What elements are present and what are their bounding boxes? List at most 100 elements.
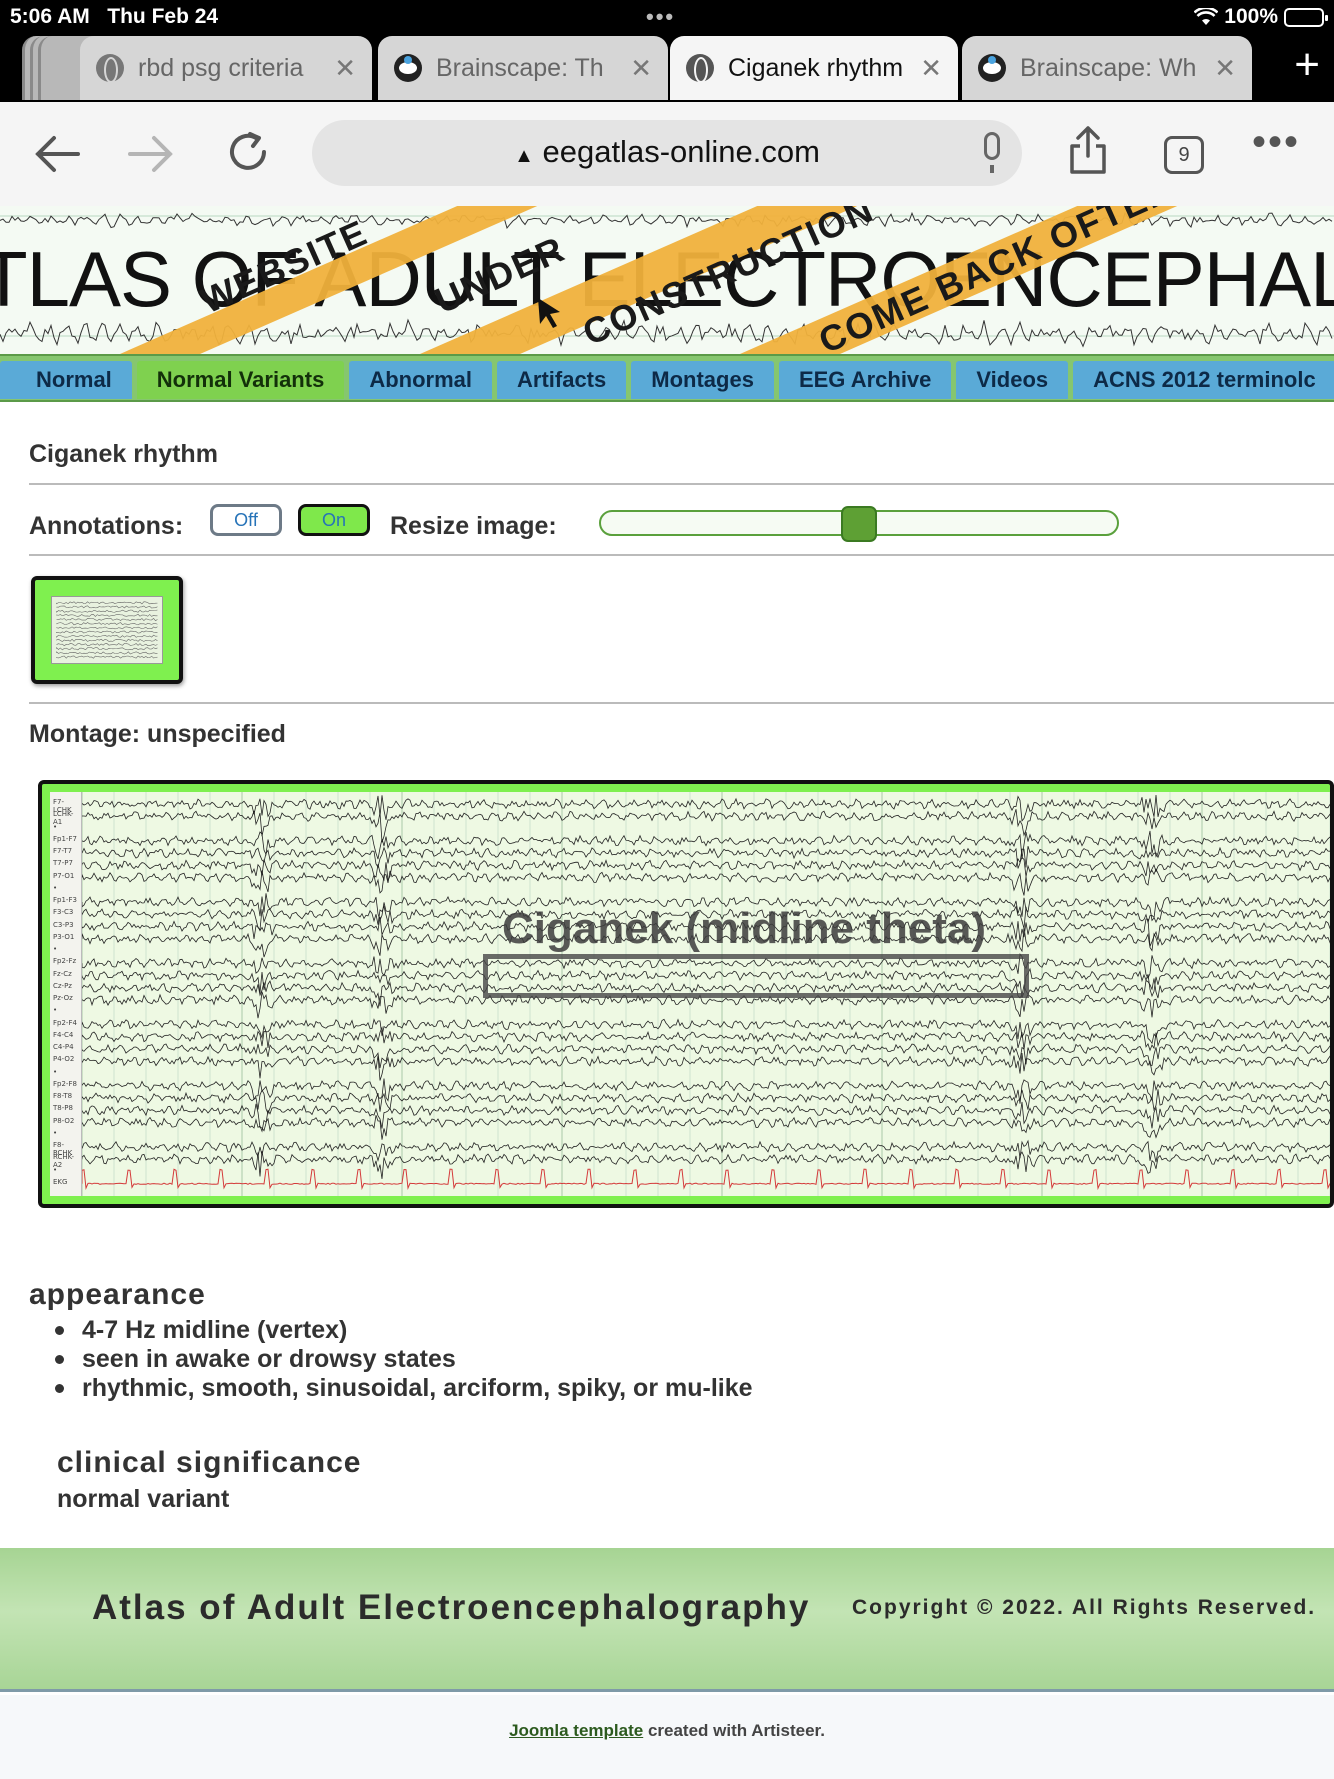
channel-label: T7-P7 bbox=[53, 859, 73, 868]
eeg-channel-trace bbox=[82, 1115, 1330, 1140]
eeg-channel-trace bbox=[82, 830, 1330, 860]
channel-label: F3-C3 bbox=[53, 908, 74, 917]
resize-label: Resize image: bbox=[390, 512, 557, 540]
nav-item-abnormal[interactable]: Abnormal bbox=[349, 361, 492, 399]
channel-label: • bbox=[53, 1067, 58, 1076]
site-banner: TLAS OF ADULT ELECTROENCEPHALO WEBSITE U… bbox=[0, 206, 1334, 354]
eeg-channel-trace bbox=[82, 1168, 1330, 1191]
list-item: 4-7 Hz midline (vertex) bbox=[55, 1316, 753, 1345]
nav-item-montages[interactable]: Montages bbox=[631, 361, 774, 399]
nav-item-artifacts[interactable]: Artifacts bbox=[497, 361, 627, 399]
status-bar: 5:06 AM Thu Feb 24 ••• 100% bbox=[0, 0, 1334, 34]
tab-rbd-psg-criteria[interactable]: rbd psg criteria ✕ bbox=[80, 36, 372, 100]
channel-label: • bbox=[53, 945, 58, 953]
channel-label: Pz-Oz bbox=[53, 994, 73, 1002]
channel-label: EKG bbox=[53, 1177, 68, 1186]
reload-icon[interactable] bbox=[226, 130, 270, 174]
eeg-image-frame: F7-LCHK LCHK-A1 • Fp1-F7 F7-T7 T7-P7 P7-O1 • Fp1… bbox=[38, 780, 1334, 1208]
tab-strip: rbd psg criteria ✕ Brainscape: Th ✕ Ciga… bbox=[0, 34, 1334, 102]
credit-text: created with Artisteer. bbox=[643, 1721, 825, 1740]
channel-label: Cz-Pz bbox=[53, 981, 72, 990]
channel-label: • bbox=[53, 1165, 58, 1174]
eeg-channel-trace bbox=[82, 809, 1330, 843]
nav-item-videos[interactable]: Videos bbox=[956, 361, 1069, 399]
eeg-annotation-box bbox=[483, 954, 1029, 998]
browser-toolbar: ▲ eegatlas-online.com 9 ••• bbox=[0, 102, 1334, 206]
footer-title: Atlas of Adult Electroencephalography bbox=[92, 1588, 811, 1627]
share-icon[interactable] bbox=[1068, 124, 1108, 176]
close-tab-icon[interactable]: ✕ bbox=[920, 53, 942, 84]
multitasking-dots-icon[interactable]: ••• bbox=[646, 4, 675, 30]
status-right: 100% bbox=[1194, 5, 1328, 29]
nav-item-acns-terminology[interactable]: ACNS 2012 terminolc bbox=[1073, 361, 1334, 399]
resize-slider-handle[interactable] bbox=[841, 506, 877, 542]
channel-label: C4-P4 bbox=[53, 1043, 74, 1051]
channel-label: Fp2-F8 bbox=[53, 1079, 77, 1088]
channel-label: P4-O2 bbox=[53, 1055, 75, 1064]
close-tab-icon[interactable]: ✕ bbox=[334, 53, 356, 84]
channel-label: P8-O2 bbox=[53, 1116, 75, 1125]
brainscape-icon bbox=[978, 54, 1006, 82]
eeg-channel-trace bbox=[82, 1053, 1330, 1081]
tab-brainscape-1[interactable]: Brainscape: Th ✕ bbox=[378, 36, 668, 100]
more-menu-icon[interactable]: ••• bbox=[1252, 120, 1300, 165]
credits-bar: Joomla template created with Artisteer. bbox=[0, 1695, 1334, 1779]
eeg-channel-trace bbox=[82, 1101, 1330, 1132]
channel-label: Fp2-F4 bbox=[53, 1018, 77, 1027]
resize-slider[interactable] bbox=[599, 506, 1119, 542]
divider bbox=[29, 554, 1334, 556]
back-arrow-icon[interactable] bbox=[34, 134, 80, 174]
channel-label: T8-P8 bbox=[53, 1104, 73, 1113]
status-time: 5:06 AM Thu Feb 24 bbox=[10, 5, 219, 28]
divider bbox=[29, 483, 1334, 485]
divider bbox=[29, 702, 1334, 704]
annotations-off-button[interactable]: Off bbox=[210, 504, 282, 536]
page-title: Ciganek rhythm bbox=[29, 440, 218, 468]
new-tab-plus-icon[interactable]: + bbox=[1294, 40, 1320, 90]
channel-label: RCHK-A2 bbox=[53, 1153, 75, 1170]
eeg-channel-trace bbox=[82, 1018, 1330, 1045]
globe-icon bbox=[96, 54, 124, 83]
eeg-channel-trace bbox=[82, 1139, 1330, 1163]
channel-label: F7-T7 bbox=[53, 847, 73, 855]
channel-label: • bbox=[53, 883, 58, 892]
eeg-channel-trace bbox=[82, 1151, 1330, 1179]
close-tab-icon[interactable]: ✕ bbox=[1214, 53, 1236, 84]
forward-arrow-icon[interactable] bbox=[128, 134, 174, 174]
channel-label: P3-O1 bbox=[53, 932, 75, 941]
channel-label: LCHK-A1 bbox=[53, 810, 74, 827]
eeg-channel-trace bbox=[82, 1078, 1330, 1104]
eeg-thumbnail-image bbox=[51, 596, 163, 664]
warning-icon: ▲ bbox=[514, 145, 534, 167]
microphone-icon[interactable] bbox=[984, 132, 1000, 173]
appearance-list: 4-7 Hz midline (vertex) seen in awake or… bbox=[55, 1316, 753, 1403]
battery-icon bbox=[1284, 7, 1328, 27]
nav-item-eeg-archive[interactable]: EEG Archive bbox=[778, 361, 952, 399]
url-bar[interactable]: ▲ eegatlas-online.com bbox=[312, 120, 1022, 186]
eeg-channel-trace bbox=[82, 845, 1330, 869]
clinical-significance-text: normal variant bbox=[57, 1485, 230, 1513]
url-text[interactable]: ▲ eegatlas-online.com bbox=[312, 134, 1022, 170]
tab-ciganek-rhythm[interactable]: Ciganek rhythm ✕ bbox=[670, 36, 958, 100]
channel-label: Fz-Cz bbox=[53, 969, 72, 978]
channel-label: • bbox=[53, 822, 58, 831]
joomla-template-link[interactable]: Joomla template bbox=[509, 1721, 643, 1740]
eeg-thumbnail[interactable] bbox=[31, 576, 183, 684]
globe-icon bbox=[686, 54, 714, 83]
nav-item-normal[interactable]: Normal bbox=[0, 361, 132, 399]
channel-labels: F7-LCHK LCHK-A1 • Fp1-F7 F7-T7 T7-P7 P7-O1 • Fp1… bbox=[50, 792, 82, 1196]
list-item: seen in awake or drowsy states bbox=[55, 1345, 753, 1374]
appearance-heading: appearance bbox=[29, 1278, 206, 1311]
close-tab-icon[interactable]: ✕ bbox=[630, 53, 652, 84]
channel-label: F8-T8 bbox=[53, 1092, 73, 1100]
annotations-on-button[interactable]: On bbox=[298, 504, 370, 536]
channel-label: P7-O1 bbox=[53, 871, 75, 880]
nav-item-normal-variants[interactable]: Normal Variants bbox=[136, 361, 345, 399]
tab-brainscape-2[interactable]: Brainscape: Wh ✕ bbox=[962, 36, 1252, 100]
tab-count-button[interactable]: 9 bbox=[1164, 136, 1204, 174]
channel-label: • bbox=[53, 1006, 58, 1015]
clinical-significance-heading: clinical significance bbox=[57, 1446, 362, 1479]
annotations-label: Annotations: bbox=[29, 512, 184, 540]
eeg-annotation-title: Ciganek (midline theta) bbox=[502, 904, 987, 953]
channel-label: Fp1-F7 bbox=[53, 834, 77, 843]
